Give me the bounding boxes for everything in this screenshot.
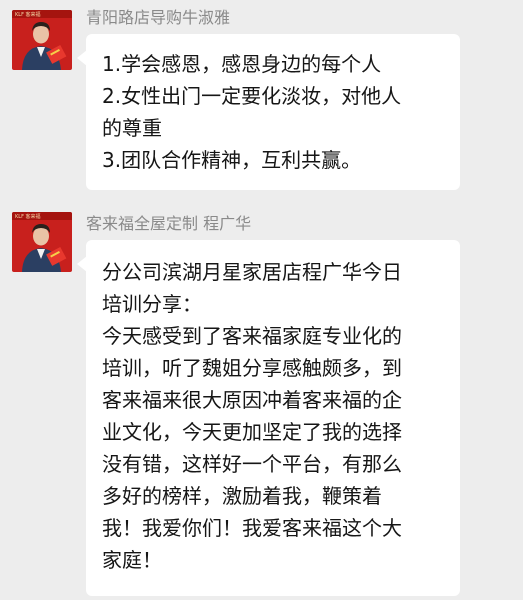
message-text-line: 3.团队合作精神，互利共赢。 <box>102 148 362 172</box>
person-photo-icon <box>22 22 67 70</box>
message-bubble[interactable]: 1.学会感恩，感恩身边的每个人 2.女性出门一定要化淡妆，对他人 的尊重 3.团… <box>77 34 460 190</box>
avatar[interactable]: KLF 客来福 <box>12 212 72 272</box>
chat-message: KLF 客来福 客来福全屋定制 程广华 分公司滨湖月星家居店程广华今日 培训分享… <box>0 200 523 600</box>
message-text-line: 培训，听了魏姐分享感触颇多，到 <box>102 356 402 380</box>
message-text-line: 业文化，今天更加坚定了我的选择 <box>102 420 402 444</box>
message-text-line: 培训分享： <box>102 292 202 316</box>
message-text-line: 我！我爱你们！我爱客来福这个大 <box>102 516 402 540</box>
message-text-line: 今天感受到了客来福家庭专业化的 <box>102 324 402 348</box>
message-text-line: 家庭！ <box>102 548 162 572</box>
message-text-line: 客来福来很大原因冲着客来福的企 <box>102 388 402 412</box>
message-bubble[interactable]: 分公司滨湖月星家居店程广华今日 培训分享： 今天感受到了客来福家庭专业化的 培训… <box>77 240 460 596</box>
message-text-line: 1.学会感恩，感恩身边的每个人 <box>102 52 382 76</box>
chat-message: KLF 客来福 青阳路店导购牛淑雅 1.学会感恩，感恩身边的每个人 2.女性出门… <box>0 0 523 200</box>
avatar[interactable]: KLF 客来福 <box>12 10 72 70</box>
sender-name: 青阳路店导购牛淑雅 <box>86 8 231 27</box>
message-text-line: 的尊重 <box>102 116 162 140</box>
message-text-line: 没有错，这样好一个平台，有那么 <box>102 452 402 476</box>
message-text-line: 分公司滨湖月星家居店程广华今日 <box>102 260 402 284</box>
person-photo-icon <box>22 224 67 272</box>
message-text-line: 多好的榜样，激励着我，鞭策着 <box>102 484 382 508</box>
sender-name: 客来福全屋定制 程广华 <box>86 214 252 233</box>
message-text-line: 2.女性出门一定要化淡妆，对他人 <box>102 84 402 108</box>
